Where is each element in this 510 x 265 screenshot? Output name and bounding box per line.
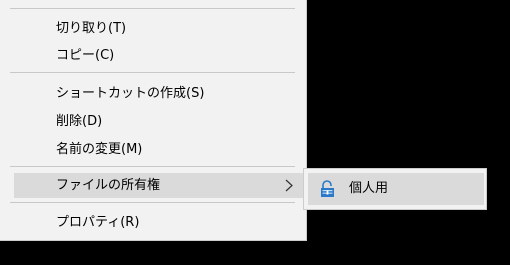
menu-item-properties[interactable]: プロパティ(R)	[0, 210, 306, 235]
menu-item-rename[interactable]: 名前の変更(M)	[0, 137, 306, 162]
menu-item-copy[interactable]: コピー(C)	[0, 43, 306, 68]
menu-item-label: ショートカットの作成(S)	[56, 86, 205, 101]
menu-separator	[10, 166, 295, 167]
menu-separator	[10, 8, 295, 9]
chevron-right-icon	[285, 179, 293, 192]
unlock-icon	[321, 180, 334, 197]
menu-item-label: ファイルの所有権	[56, 178, 161, 193]
menu-item-label: プロパティ(R)	[56, 215, 140, 230]
menu-item-file-ownership[interactable]: ファイルの所有権	[14, 173, 306, 198]
menu-item-cut[interactable]: 切り取り(T)	[0, 16, 306, 41]
menu-item-delete[interactable]: 削除(D)	[0, 109, 306, 134]
menu-item-label: コピー(C)	[56, 48, 115, 63]
menu-separator	[10, 72, 295, 73]
menu-item-label: 削除(D)	[56, 114, 103, 129]
menu-item-create-shortcut[interactable]: ショートカットの作成(S)	[0, 81, 306, 106]
submenu-file-ownership: 個人用	[303, 168, 487, 210]
submenu-item-personal[interactable]: 個人用	[308, 173, 484, 205]
menu-item-label: 名前の変更(M)	[56, 142, 143, 157]
menu-separator	[10, 202, 295, 203]
context-menu: 切り取り(T) コピー(C) ショートカットの作成(S) 削除(D) 名前の変更…	[0, 0, 307, 241]
submenu-item-label: 個人用	[349, 181, 389, 196]
menu-item-label: 切り取り(T)	[56, 21, 127, 36]
